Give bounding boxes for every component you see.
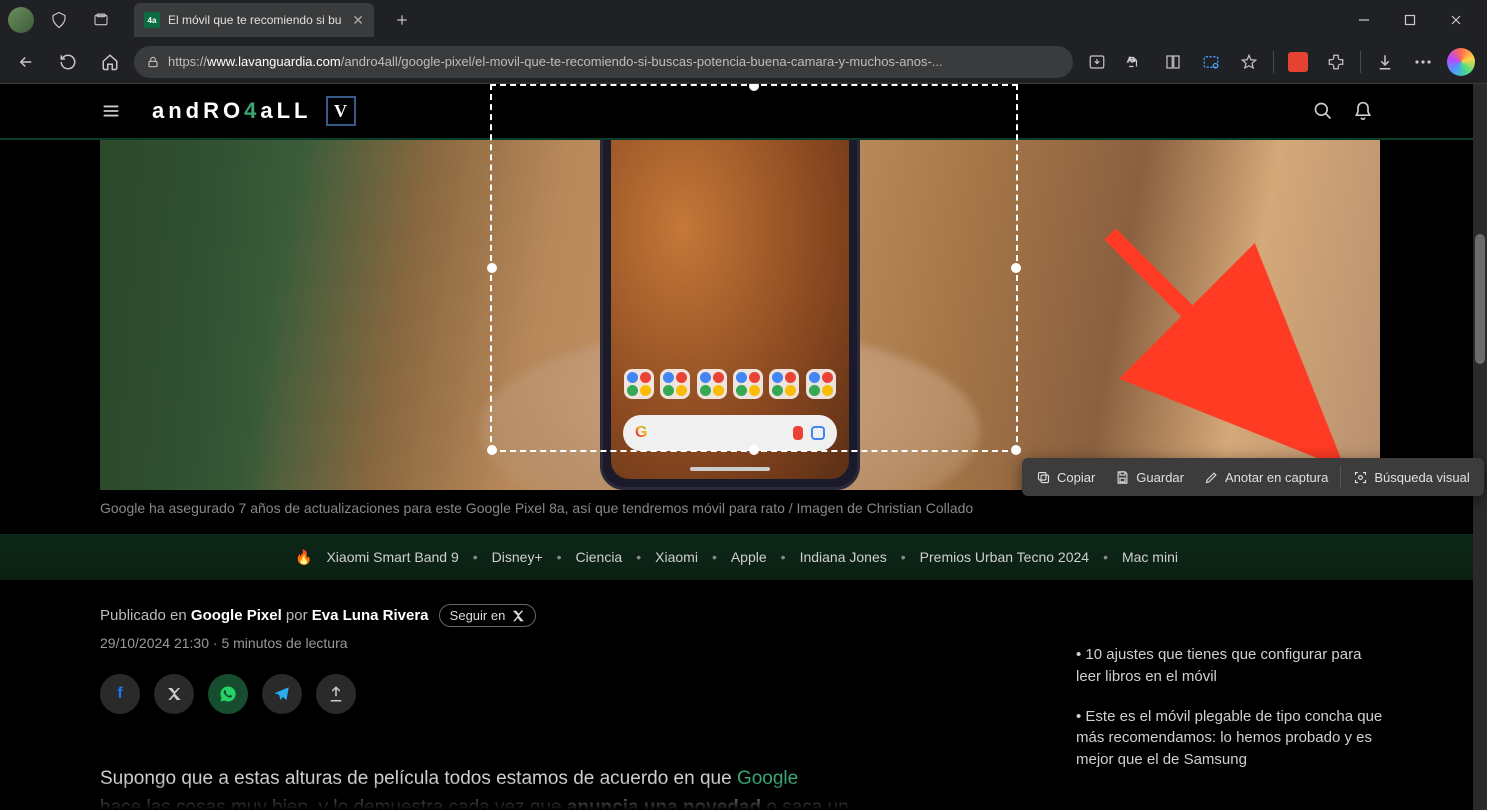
tab-actions-icon[interactable] bbox=[84, 3, 118, 37]
trending-bar: 🔥 Xiaomi Smart Band 9• Disney+• Ciencia•… bbox=[0, 534, 1473, 580]
address-bar[interactable]: https://www.lavanguardia.com/andro4all/g… bbox=[134, 46, 1073, 78]
capture-visual-search-button[interactable]: Búsqueda visual bbox=[1345, 464, 1477, 491]
trending-link[interactable]: Mac mini bbox=[1122, 549, 1178, 565]
toolbar-divider bbox=[1360, 51, 1361, 73]
screenshot-selection[interactable] bbox=[490, 84, 1018, 452]
browser-toolbar: https://www.lavanguardia.com/andro4all/g… bbox=[0, 40, 1487, 84]
share-x-icon[interactable] bbox=[154, 674, 194, 714]
notifications-icon[interactable] bbox=[1353, 101, 1373, 121]
trending-link[interactable]: Xiaomi Smart Band 9 bbox=[326, 549, 458, 565]
tab-favicon: 4a bbox=[144, 12, 160, 28]
capture-separator bbox=[1340, 466, 1341, 488]
minimize-button[interactable] bbox=[1341, 4, 1387, 36]
titlebar-left: 4a El móvil que te recomiendo si bu ✕ bbox=[8, 3, 416, 37]
collections-alt-icon[interactable] bbox=[1155, 44, 1191, 80]
trending-link[interactable]: Apple bbox=[731, 549, 767, 565]
workspaces-icon[interactable] bbox=[42, 3, 76, 37]
scrollbar-thumb[interactable] bbox=[1475, 234, 1485, 364]
publish-date: 29/10/2024 21:30 bbox=[100, 635, 209, 651]
copilot-icon[interactable] bbox=[1443, 44, 1479, 80]
share-telegram-icon[interactable] bbox=[262, 674, 302, 714]
author-link[interactable]: Eva Luna Rivera bbox=[312, 607, 429, 624]
home-button[interactable] bbox=[92, 44, 128, 80]
toolbar-actions: A» bbox=[1079, 44, 1479, 80]
fade-overlay bbox=[0, 780, 1473, 810]
extensions-icon[interactable] bbox=[1318, 44, 1354, 80]
share-more-icon[interactable] bbox=[316, 674, 356, 714]
vertical-scrollbar[interactable] bbox=[1473, 84, 1487, 810]
capture-copy-button[interactable]: Copiar bbox=[1028, 464, 1103, 491]
trending-link[interactable]: Indiana Jones bbox=[800, 549, 887, 565]
new-tab-button[interactable] bbox=[388, 6, 416, 34]
article-meta: Publicado en Google Pixel por Eva Luna R… bbox=[100, 604, 536, 651]
svg-text:A»: A» bbox=[1128, 57, 1137, 64]
todoist-extension-icon[interactable] bbox=[1280, 44, 1316, 80]
capture-toolbar: Copiar Guardar Anotar en captura Búsqued… bbox=[1022, 458, 1484, 496]
category-link[interactable]: Google Pixel bbox=[191, 607, 282, 624]
tab-close-icon[interactable]: ✕ bbox=[352, 12, 364, 29]
search-icon[interactable] bbox=[1313, 101, 1333, 121]
back-button[interactable] bbox=[8, 44, 44, 80]
window-titlebar: 4a El móvil que te recomiendo si bu ✕ bbox=[0, 0, 1487, 40]
profile-avatar[interactable] bbox=[8, 7, 34, 33]
share-whatsapp-icon[interactable] bbox=[208, 674, 248, 714]
capture-annotate-button[interactable]: Anotar en captura bbox=[1196, 464, 1336, 491]
trending-link[interactable]: Ciencia bbox=[576, 549, 623, 565]
share-facebook-icon[interactable]: f bbox=[100, 674, 140, 714]
settings-menu-icon[interactable] bbox=[1405, 44, 1441, 80]
lavanguardia-badge[interactable]: V bbox=[326, 96, 356, 126]
related-list: • 10 ajustes que tienes que configurar p… bbox=[1076, 644, 1386, 789]
window-controls bbox=[1341, 4, 1479, 36]
read-aloud-icon[interactable]: A» bbox=[1117, 44, 1153, 80]
hero-caption: Google ha asegurado 7 años de actualizac… bbox=[100, 500, 973, 516]
refresh-button[interactable] bbox=[50, 44, 86, 80]
capture-save-button[interactable]: Guardar bbox=[1107, 464, 1192, 491]
trending-link[interactable]: Disney+ bbox=[492, 549, 543, 565]
read-time: 5 minutos de lectura bbox=[221, 635, 347, 651]
trending-link[interactable]: Xiaomi bbox=[655, 549, 698, 565]
lock-icon bbox=[146, 55, 160, 69]
favorite-icon[interactable] bbox=[1231, 44, 1267, 80]
fire-icon: 🔥 bbox=[295, 549, 312, 566]
screenshot-tool-icon[interactable] bbox=[1193, 44, 1229, 80]
browser-tab[interactable]: 4a El móvil que te recomiendo si bu ✕ bbox=[134, 3, 374, 37]
share-row: f bbox=[100, 674, 356, 714]
maximize-button[interactable] bbox=[1387, 4, 1433, 36]
trending-link[interactable]: Premios Urban Tecno 2024 bbox=[920, 549, 1089, 565]
close-window-button[interactable] bbox=[1433, 4, 1479, 36]
follow-button[interactable]: Seguir en bbox=[439, 604, 537, 627]
site-logo[interactable]: andRO4aLL bbox=[152, 98, 312, 124]
page-content: andRO4aLL V G bbox=[0, 84, 1487, 810]
app-install-icon[interactable] bbox=[1079, 44, 1115, 80]
menu-icon[interactable] bbox=[100, 100, 122, 122]
url-text: https://www.lavanguardia.com/andro4all/g… bbox=[168, 54, 1061, 69]
downloads-icon[interactable] bbox=[1367, 44, 1403, 80]
related-item[interactable]: • 10 ajustes que tienes que configurar p… bbox=[1076, 644, 1386, 688]
related-item[interactable]: • Este es el móvil plegable de tipo conc… bbox=[1076, 706, 1386, 771]
toolbar-divider bbox=[1273, 51, 1274, 73]
tab-title: El móvil que te recomiendo si bu bbox=[168, 13, 344, 27]
